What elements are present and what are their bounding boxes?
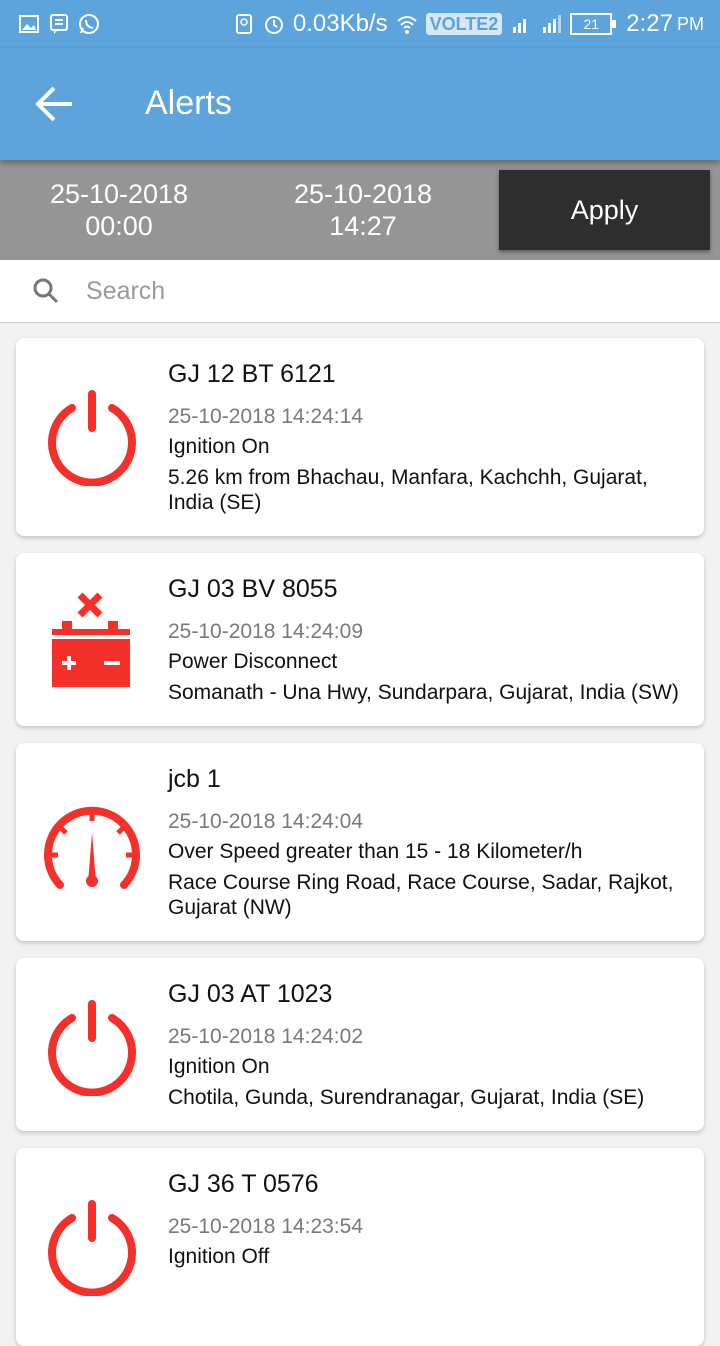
search-icon [33, 278, 59, 304]
battery-disconnect-icon [52, 592, 130, 687]
battery-icon: 21 [570, 13, 617, 35]
alert-type: Ignition On [168, 1055, 270, 1078]
alert-time: 25-10-2018 14:24:14 [168, 405, 363, 428]
apply-button[interactable]: Apply [499, 170, 710, 250]
gallery-icon [19, 15, 39, 33]
alert-location: Race Course Ring Road, Race Course, Sada… [168, 871, 674, 919]
volte-badge: VOLTE2 [425, 13, 503, 35]
power-icon [48, 390, 136, 486]
clock-ampm: PM [677, 13, 704, 34]
vehicle-name: GJ 12 BT 6121 [168, 360, 336, 388]
power-icon [48, 1000, 136, 1096]
to-time: 14:27 [329, 211, 397, 241]
alert-time: 25-10-2018 14:24:09 [168, 620, 363, 643]
alarm-icon [264, 16, 283, 34]
message-icon [50, 14, 68, 34]
flashlight-icon [235, 14, 252, 34]
status-bar: 0.03Kb/s VOLTE2 21 2:27 PM [0, 0, 720, 48]
from-time: 00:00 [85, 211, 153, 241]
signal-sim2-icon [543, 15, 562, 33]
alert-time: 25-10-2018 14:24:02 [168, 1025, 363, 1048]
back-arrow-icon[interactable] [34, 84, 78, 124]
to-date: 25-10-2018 [293, 179, 433, 209]
app-bar: Alerts [0, 48, 720, 160]
network-speed: 0.03Kb/s [292, 10, 388, 37]
alert-type: Ignition On [168, 435, 270, 458]
whatsapp-icon [79, 14, 99, 34]
alert-type: Ignition Off [168, 1245, 270, 1268]
speedometer-icon [44, 806, 140, 889]
vehicle-name: jcb 1 [168, 765, 221, 793]
wifi-icon [396, 16, 417, 34]
alert-card[interactable]: GJ 36 T 0576 25-10-2018 14:23:54 Ignitio… [16, 1148, 704, 1346]
alert-type: Over Speed greater than 15 - 18 Kilomete… [168, 840, 583, 863]
page-title: Alerts [145, 84, 232, 122]
alert-card[interactable]: jcb 1 25-10-2018 14:24:04 Over Speed gre… [16, 743, 704, 941]
clock: 2:27 [626, 10, 673, 37]
alert-time: 25-10-2018 14:24:04 [168, 810, 363, 833]
from-date-picker[interactable]: 25-10-2018 00:00 [19, 178, 219, 242]
alert-location: Somanath - Una Hwy, Sundarpara, Gujarat,… [168, 681, 679, 704]
power-icon [48, 1200, 136, 1296]
search-bar [0, 260, 720, 323]
alert-location: 5.26 km from Bhachau, Manfara, Kachchh, … [168, 466, 648, 514]
vehicle-name: GJ 03 AT 1023 [168, 980, 333, 1008]
vehicle-name: GJ 36 T 0576 [168, 1170, 319, 1198]
from-date: 25-10-2018 [49, 179, 189, 209]
search-input[interactable] [84, 275, 668, 307]
signal-sim1-icon [513, 19, 527, 33]
to-date-picker[interactable]: 25-10-2018 14:27 [263, 178, 463, 242]
alert-card[interactable]: GJ 03 AT 1023 25-10-2018 14:24:02 Igniti… [16, 958, 704, 1131]
alert-type: Power Disconnect [168, 650, 338, 673]
vehicle-name: GJ 03 BV 8055 [168, 575, 338, 603]
alert-card[interactable]: GJ 03 BV 8055 25-10-2018 14:24:09 Power … [16, 553, 704, 726]
alert-card[interactable]: GJ 12 BT 6121 25-10-2018 14:24:14 Igniti… [16, 338, 704, 536]
date-filter-bar: 25-10-2018 00:00 25-10-2018 14:27 Apply [0, 160, 720, 260]
alert-time: 25-10-2018 14:23:54 [168, 1215, 363, 1238]
alert-location: Chotila, Gunda, Surendranagar, Gujarat, … [168, 1086, 645, 1109]
